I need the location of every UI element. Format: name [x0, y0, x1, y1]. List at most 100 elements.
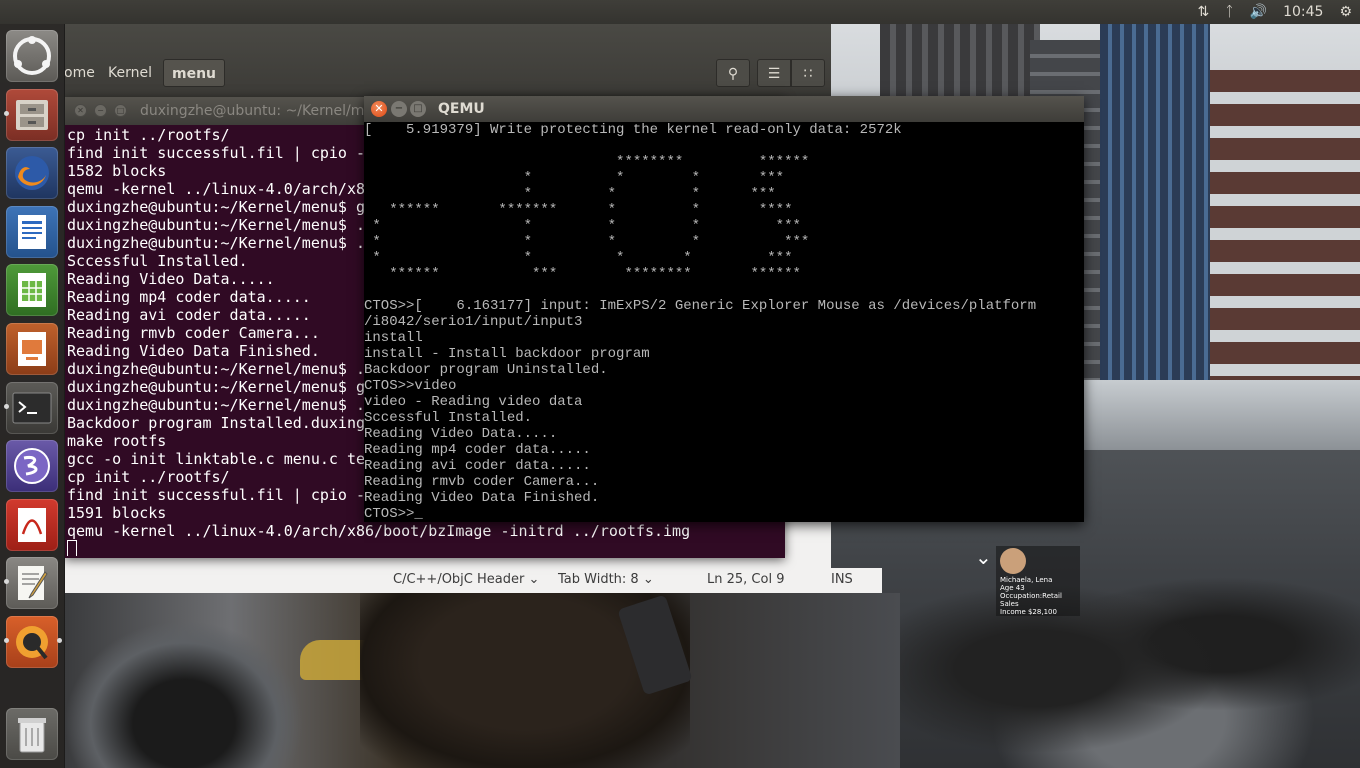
console-line: Reading avi coder data.....	[364, 458, 591, 474]
tab-width-selector[interactable]: Tab Width: 8 ⌄	[558, 572, 654, 587]
list-view-icon[interactable]: ☰	[757, 59, 791, 87]
wallpaper-brick-building	[1210, 70, 1360, 400]
maximize-icon[interactable]: □	[410, 101, 426, 117]
tab-width-label: Tab Width: 8	[558, 572, 639, 587]
terminal-title: duxingzhe@ubuntu: ~/Kernel/m	[140, 103, 365, 119]
console-line: /i8042/serio1/input/input3	[364, 314, 583, 330]
emacs-icon	[14, 448, 50, 484]
hud-avatar	[1000, 548, 1026, 574]
console-line: * * * ***	[364, 170, 785, 186]
maximize-icon[interactable]: □	[114, 104, 127, 117]
impress-icon	[18, 332, 46, 366]
console-line: * * * ***	[364, 186, 776, 202]
calc-icon	[18, 273, 46, 307]
launcher-document-viewer[interactable]	[6, 499, 58, 551]
text-editor-icon	[18, 566, 48, 600]
focused-indicator	[57, 638, 62, 643]
qemu-window[interactable]: ✕ − □ QEMU [ 5.919379] Write protecting …	[364, 96, 1084, 522]
gedit-header-bar: ome Kernel menu ⚲ ☰ ∷	[64, 24, 831, 98]
console-line: Reading mp4 coder data.....	[364, 442, 591, 458]
clock[interactable]: 10:45	[1283, 4, 1323, 20]
wallpaper-hud-card: Michaela, Lena Age 43 Occupation:Retail …	[996, 546, 1080, 616]
console-line: video - Reading video data	[364, 394, 583, 410]
launcher-trash[interactable]	[6, 708, 58, 760]
bluetooth-icon[interactable]: ᛏ	[1225, 4, 1233, 20]
console-line: [ 5.919379] Write protecting the kernel …	[364, 122, 902, 138]
terminal-icon	[12, 392, 52, 424]
console-line: Backdoor program Uninstalled.	[364, 362, 608, 378]
wallpaper-crowd	[900, 520, 1360, 768]
launcher-firefox[interactable]	[6, 147, 58, 199]
launcher-emacs[interactable]	[6, 440, 58, 492]
console-line: install	[364, 330, 423, 346]
launcher-files[interactable]	[4, 89, 58, 141]
running-indicator	[4, 579, 9, 584]
running-indicator	[4, 404, 9, 409]
minimize-icon[interactable]: −	[94, 104, 107, 117]
wallpaper-car	[64, 620, 304, 768]
console-line: CTOS>>video	[364, 378, 457, 394]
language-label: C/C++/ObjC Header	[393, 572, 525, 587]
writer-icon	[18, 215, 46, 249]
console-line: * * * * ***	[364, 250, 793, 266]
terminal-line: qemu -kernel ../linux-4.0/arch/x86/boot/…	[67, 522, 691, 540]
language-selector[interactable]: C/C++/ObjC Header ⌄	[393, 572, 539, 587]
system-tray: ⇅ ᛏ 🔊 10:45 ⚙	[1190, 0, 1360, 24]
grid-view-icon[interactable]: ∷	[791, 59, 825, 87]
ubuntu-logo-icon	[13, 36, 51, 75]
wallpaper-glass-tower	[1100, 24, 1210, 404]
file-cabinet-icon	[16, 100, 48, 130]
launcher-writer[interactable]	[6, 206, 58, 258]
qemu-title: QEMU	[438, 101, 485, 117]
launcher-impress[interactable]	[6, 323, 58, 375]
running-indicator	[4, 638, 9, 643]
qemu-icon	[16, 626, 48, 660]
launcher-dash-home[interactable]	[6, 30, 58, 82]
console-line: Reading rmvb coder Camera...	[364, 474, 600, 490]
console-line: ******** ******	[364, 154, 810, 170]
pdf-viewer-icon	[18, 508, 46, 542]
console-line: CTOS>>[ 6.163177] input: ImExPS/2 Generi…	[364, 298, 1037, 314]
hud-name: Michaela, Lena	[1000, 576, 1053, 584]
volume-icon[interactable]: 🔊	[1250, 4, 1267, 20]
top-panel: ⇅ ᛏ 🔊 10:45 ⚙	[0, 0, 1360, 24]
chevron-down-icon: ⌄	[975, 545, 992, 569]
close-icon[interactable]: ✕	[371, 101, 387, 117]
console-line: Sccessful Installed.	[364, 410, 533, 426]
launcher-terminal[interactable]	[4, 382, 58, 434]
terminal-cursor	[67, 540, 77, 556]
trash-icon	[18, 718, 46, 753]
firefox-icon	[15, 156, 49, 190]
hud-line: Age 43	[1000, 584, 1025, 592]
console-line: * * * * ***	[364, 218, 801, 234]
hud-line: Income $28,100	[1000, 608, 1057, 616]
path-button-menu[interactable]: menu	[163, 59, 226, 87]
cursor-position: Ln 25, Col 9	[707, 572, 785, 587]
search-icon[interactable]: ⚲	[716, 59, 750, 87]
gear-icon[interactable]: ⚙	[1339, 4, 1352, 20]
gedit-statusbar: C/C++/ObjC Header ⌄ Tab Width: 8 ⌄ Ln 25…	[232, 568, 882, 593]
path-button-kernel[interactable]: Kernel	[100, 59, 160, 87]
minimize-icon[interactable]: −	[391, 101, 407, 117]
launcher-gedit[interactable]	[4, 557, 58, 609]
launcher-qemu[interactable]	[4, 616, 62, 668]
insert-mode: INS	[831, 572, 853, 587]
qemu-titlebar[interactable]: ✕ − □ QEMU	[364, 96, 1084, 122]
console-prompt: CTOS>>_	[364, 506, 423, 522]
wallpaper-train	[1080, 380, 1360, 450]
console-line: ****** ******* * * ****	[364, 202, 793, 218]
close-icon[interactable]: ✕	[74, 104, 87, 117]
console-line: Reading Video Data.....	[364, 426, 558, 442]
unity-launcher	[0, 24, 65, 768]
console-line: Reading Video Data Finished.	[364, 490, 600, 506]
network-updown-icon[interactable]: ⇅	[1198, 4, 1210, 20]
console-line: ****** *** ******** ******	[364, 266, 801, 282]
running-indicator	[4, 111, 9, 116]
terminal-prompt-line	[67, 540, 783, 556]
hud-line: Occupation:Retail Sales	[1000, 592, 1062, 608]
launcher-calc[interactable]	[6, 264, 58, 316]
console-line: * * * * ***	[364, 234, 810, 250]
qemu-console[interactable]: [ 5.919379] Write protecting the kernel …	[364, 122, 1084, 522]
